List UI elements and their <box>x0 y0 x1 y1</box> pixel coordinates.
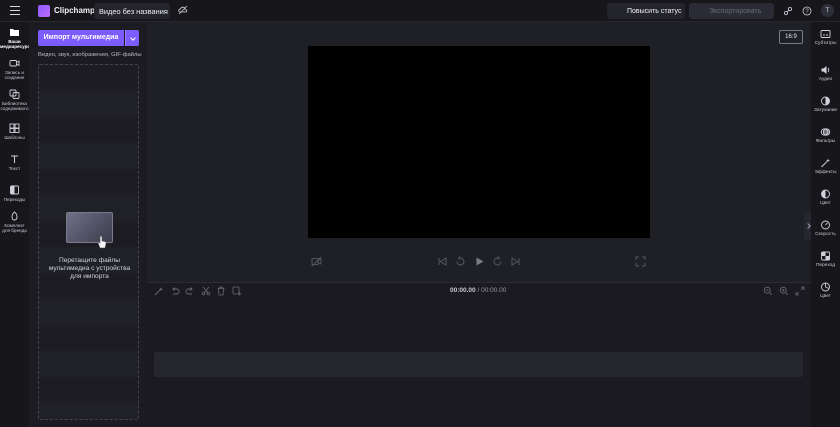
zoom-out-icon[interactable] <box>763 286 773 296</box>
redo-icon[interactable] <box>185 286 195 296</box>
nav-record-create[interactable]: Запись и создание <box>0 58 29 80</box>
project-title-input[interactable]: Видео без названия <box>94 3 170 19</box>
total-time: 00:00.00 <box>481 287 507 294</box>
undo-icon[interactable] <box>170 286 180 296</box>
clipchamp-logo <box>38 5 50 17</box>
prop-label: Фильтры <box>815 139 836 144</box>
zoom-in-icon[interactable] <box>779 286 789 296</box>
video-preview <box>308 46 650 238</box>
hand-cursor-icon <box>97 235 107 249</box>
captions-icon <box>820 30 831 38</box>
speaker-icon <box>821 66 830 74</box>
svg-text:?: ? <box>805 9 809 15</box>
split-scissors-icon[interactable] <box>201 286 211 296</box>
aspect-ratio-button[interactable]: 16:9 <box>779 30 803 44</box>
nav-content-library[interactable]: Библиотека содержимого <box>0 89 29 111</box>
add-media-icon[interactable] <box>232 286 242 296</box>
nav-text[interactable]: Текст <box>0 154 29 171</box>
nav-label: Шаблоны <box>4 135 25 140</box>
share-icon[interactable] <box>783 6 793 16</box>
templates-icon <box>9 123 20 133</box>
sync-status-icon[interactable] <box>178 5 188 15</box>
prop-label: Переход <box>815 263 836 268</box>
magic-wand-icon[interactable] <box>154 286 164 296</box>
import-media-button[interactable]: Импорт мультимедиа <box>38 30 124 46</box>
color-icon <box>821 189 830 199</box>
avatar[interactable]: Т <box>821 4 834 17</box>
hide-preview-icon[interactable] <box>311 256 322 267</box>
export-button[interactable]: Экспортировать <box>689 3 774 19</box>
prop-captions[interactable]: Субтитры <box>811 29 840 46</box>
prop-label: Аудио <box>818 77 833 82</box>
text-icon <box>11 155 18 163</box>
fit-timeline-icon[interactable] <box>795 286 805 296</box>
delete-icon[interactable] <box>216 286 226 296</box>
media-dropzone[interactable]: Перетащите файлы мультимедиа с устройств… <box>38 64 139 420</box>
drop-text: Перетащите файлы мультимедиа с устройств… <box>48 257 131 280</box>
upgrade-button[interactable]: Повысить статус <box>607 3 685 19</box>
rewind-5s-icon[interactable] <box>455 256 466 267</box>
speed-icon <box>821 220 830 230</box>
prop-filters[interactable]: Фильтры <box>811 127 840 144</box>
effects-icon <box>821 158 830 168</box>
skip-back-icon[interactable] <box>437 256 448 267</box>
prop-label: Затухание <box>813 108 838 113</box>
nav-label: Комплект для бренда <box>2 223 27 233</box>
prop-label: Скорость <box>815 232 836 237</box>
prop-label: Субтитры <box>814 41 837 46</box>
prop-color-2[interactable]: Цвет <box>811 282 840 299</box>
color-wheel-icon <box>821 282 830 292</box>
play-icon[interactable] <box>474 256 485 267</box>
collapse-properties-button[interactable] <box>804 212 811 240</box>
prop-label: Цвет <box>820 294 831 299</box>
skip-forward-icon[interactable] <box>510 256 521 267</box>
camera-icon <box>9 60 20 67</box>
nav-transitions[interactable]: Переходы <box>0 185 29 202</box>
brand-kit-icon <box>11 211 18 221</box>
fade-icon <box>821 96 830 106</box>
prop-effects[interactable]: Эффекты <box>811 158 840 175</box>
filters-icon <box>820 128 831 136</box>
nav-label: Запись и создание <box>4 70 25 80</box>
nav-brand-kit[interactable]: Комплект для бренда <box>0 211 29 233</box>
prop-label: Цвет <box>820 201 831 206</box>
menu-icon[interactable] <box>10 6 20 15</box>
folder-icon <box>10 29 19 36</box>
timecode: 00:00.00 / 00:00.00 <box>450 287 506 294</box>
prop-color[interactable]: Цвет <box>811 189 840 206</box>
import-options-dropdown[interactable] <box>125 30 139 46</box>
help-icon[interactable]: ? <box>802 6 812 16</box>
prop-transition[interactable]: Переход <box>811 251 840 268</box>
forward-5s-icon[interactable] <box>492 256 503 267</box>
library-icon <box>9 89 20 99</box>
fullscreen-icon[interactable] <box>635 256 646 267</box>
app-name: Clipchamp <box>54 6 95 15</box>
nav-your-media[interactable]: Ваши медиаресурсы <box>0 27 34 49</box>
prop-fade[interactable]: Затухание <box>811 96 840 113</box>
prop-speed[interactable]: Скорость <box>811 220 840 237</box>
media-types-hint: Видео, звук, изображения, GIF-файлы <box>38 52 142 58</box>
current-time: 00:00.00 <box>450 287 476 294</box>
transitions-icon <box>10 185 19 195</box>
nav-label: Текст <box>8 166 21 171</box>
nav-label: Библиотека содержимого <box>0 101 29 111</box>
nav-templates[interactable]: Шаблоны <box>0 123 29 140</box>
transition-icon <box>821 251 830 261</box>
nav-label: Переходы <box>3 197 26 202</box>
prop-audio[interactable]: Аудио <box>811 65 840 82</box>
prop-label: Эффекты <box>814 170 837 175</box>
timeline-track[interactable] <box>154 352 803 377</box>
